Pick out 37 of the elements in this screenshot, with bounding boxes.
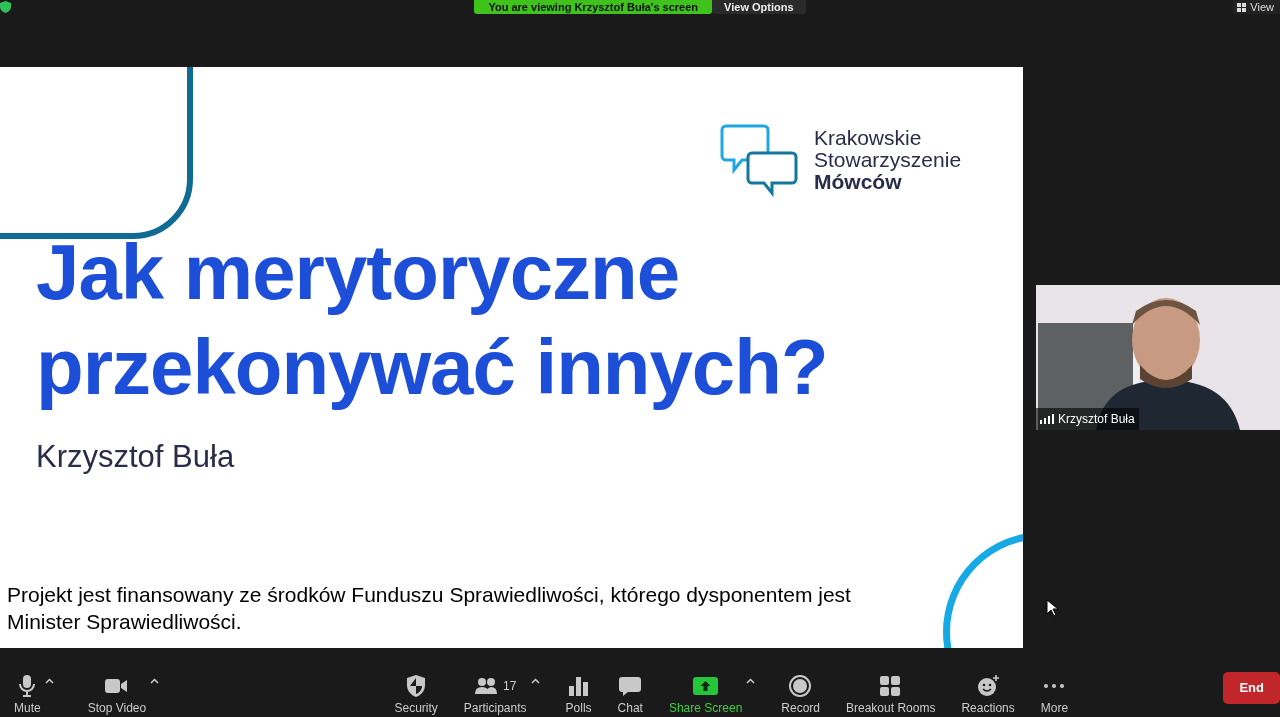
- toolbar-button[interactable]: Share Screen: [668, 674, 743, 715]
- participant-count: 17: [503, 679, 517, 693]
- signal-icon: [1040, 414, 1054, 424]
- toolbar-button[interactable]: Record: [781, 674, 820, 715]
- toolbar-button[interactable]: Reactions: [961, 674, 1015, 715]
- toolbar-button[interactable]: More: [1040, 674, 1069, 715]
- viewing-banner: You are viewing Krzysztof Buła's screen: [474, 0, 713, 14]
- toolbar-button[interactable]: Breakout Rooms: [846, 674, 936, 715]
- toolbar-button[interactable]: Chat: [617, 674, 643, 715]
- speech-bubble-icon: [617, 674, 643, 698]
- record-icon: [788, 674, 814, 698]
- grid-icon: [1237, 2, 1247, 12]
- cursor-icon: [1046, 598, 1058, 617]
- toolbar-button[interactable]: Mute: [14, 674, 41, 715]
- view-options-button[interactable]: View Options: [712, 0, 806, 14]
- toolbar-button[interactable]: Polls: [565, 674, 592, 715]
- logo-text: Stowarzyszenie: [814, 149, 962, 171]
- caret-icon: [746, 678, 756, 685]
- shield-icon: [0, 1, 11, 13]
- slide-title: przekonywać innych?: [36, 322, 828, 413]
- participant-name-text: Krzysztof Buła: [1058, 411, 1135, 428]
- smiley-icon: [975, 674, 1001, 698]
- toolbar-button[interactable]: Stop Video: [87, 674, 147, 715]
- more-icon: [1044, 684, 1065, 688]
- toolbar-button[interactable]: Security: [394, 674, 438, 715]
- footer-note: Projekt jest finansowany ze środków Funduszu Sprawiedliwości, którego dysponentem jest Minister Sprawiedliwości.: [7, 582, 852, 635]
- caret-icon: [150, 678, 160, 685]
- logo-text: Krakowskie: [814, 127, 923, 149]
- speech-bubbles-icon: [720, 123, 798, 197]
- view-button[interactable]: View: [1233, 0, 1280, 14]
- toolbar-button[interactable]: 17 Participants: [463, 674, 527, 715]
- logo-text: Mówców: [814, 171, 902, 193]
- caret-icon: [44, 678, 54, 685]
- end-button[interactable]: End: [1223, 672, 1280, 704]
- presenter-name: Krzysztof Buła: [36, 438, 235, 476]
- caret-icon: [530, 678, 540, 685]
- slide-title: Jak merytoryczne: [36, 227, 681, 318]
